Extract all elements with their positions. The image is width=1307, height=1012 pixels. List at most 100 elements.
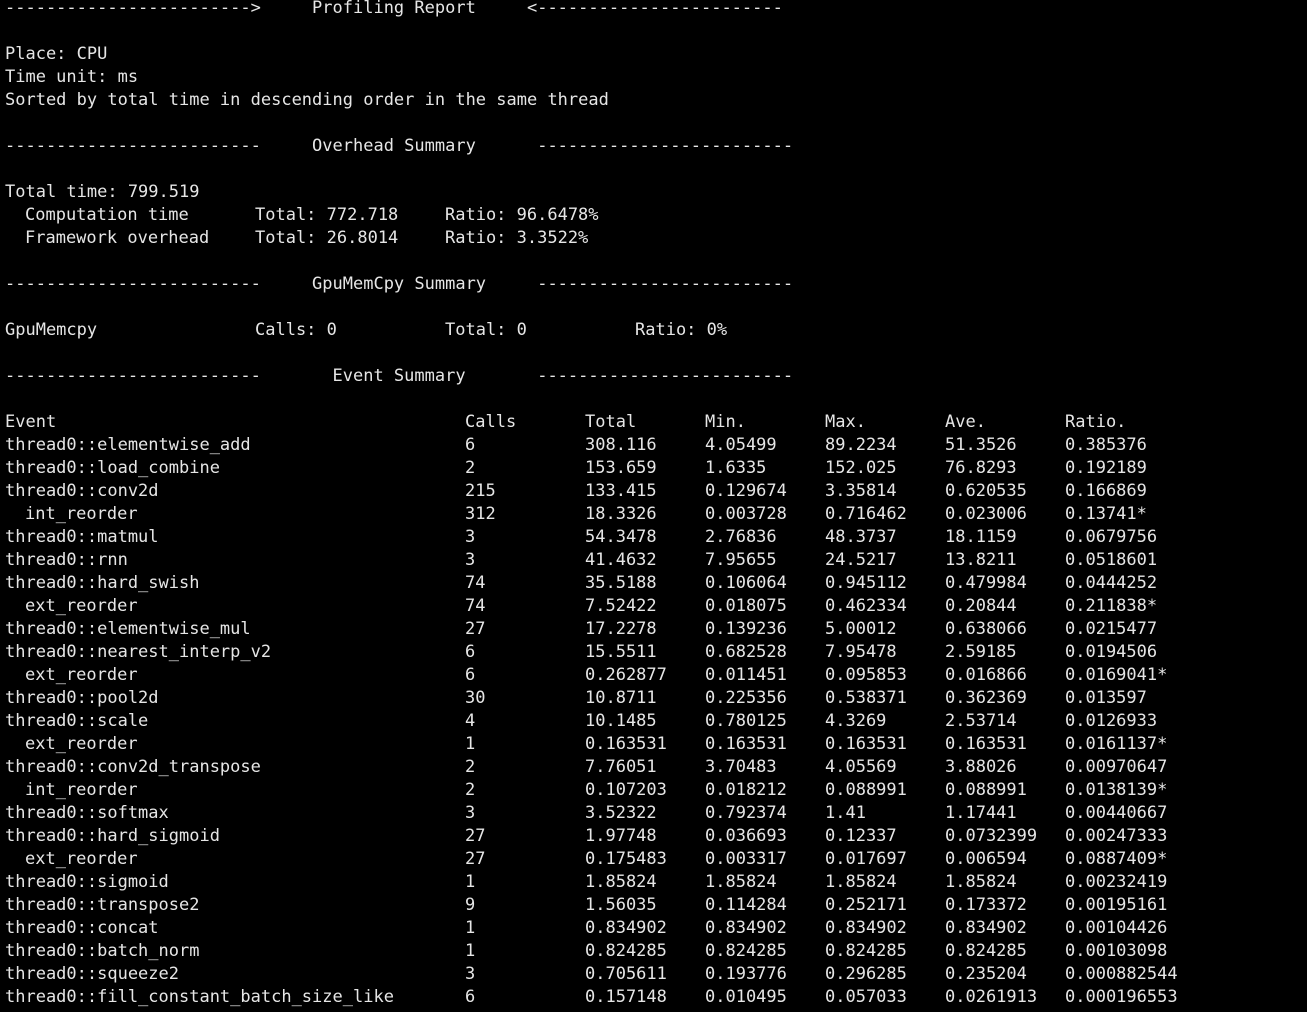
table-row: thread0::hard_sigmoid 27 1.97748 0.036693 0.… [5,825,1307,848]
event-calls: 2 [465,757,476,777]
event-calls: 1 [465,872,476,892]
event-min: 1.6335 [705,458,767,478]
table-row: thread0::load_combine 2 153.659 1.6335 152.0… [5,457,1307,480]
event-max: 5.00012 [825,619,897,639]
event-ave: 0.834902 [945,918,1027,938]
event-name: thread0::rnn [5,550,128,570]
event-ratio: 0.0126933 [1065,711,1158,731]
event-name: thread0::hard_swish [5,573,200,593]
event-max: 152.025 [825,458,897,478]
event-ratio: 0.000196553 [1065,987,1178,1007]
event-total: 18.3326 [585,504,657,524]
event-min: 0.792374 [705,803,787,823]
event-max: 0.462334 [825,596,907,616]
event-name: thread0::softmax [5,803,169,823]
event-total: 0.163531 [585,734,667,754]
event-ratio: 0.00232419 [1065,872,1168,892]
event-min: 0.018075 [705,596,787,616]
event-max: 1.41 [825,803,866,823]
event-ave: 0.173372 [945,895,1027,915]
event-total: 1.85824 [585,872,657,892]
event-min: 0.225356 [705,688,787,708]
table-row: thread0::concat 1 0.834902 0.834902 0.834902… [5,917,1307,940]
gpumemcpy-divider: ------------------------- GpuMemCpy Summ… [5,274,794,294]
event-max: 0.057033 [825,987,907,1007]
event-calls: 1 [465,941,476,961]
table-row: thread0::fill_constant_batch_size_like 6 0… [5,986,1307,1009]
total-time-line: Total time: 799.519 [5,182,200,202]
table-row: int_reorder 2 0.107203 0.018212 0.088991 0.08… [5,779,1307,802]
event-min: 0.003728 [705,504,787,524]
event-total: 10.1485 [585,711,657,731]
event-max: 0.538371 [825,688,907,708]
terminal-window: { "report": { "title_line": "-----------… [0,0,1307,1012]
header-calls: Calls [465,412,517,432]
header-min: Min. [705,412,746,432]
event-ratio: 0.00970647 [1065,757,1168,777]
table-row: thread0::batch_norm 1 0.824285 0.824285 0.82… [5,940,1307,963]
event-total: 0.834902 [585,918,667,938]
event-name: thread0::sigmoid [5,872,169,892]
event-max: 48.3737 [825,527,897,547]
gpumemcpy-ratio: Ratio: 0% [635,320,728,340]
event-min: 4.05499 [705,435,777,455]
event-ratio: 0.0518601 [1065,550,1158,570]
event-total: 17.2278 [585,619,657,639]
terminal-output: ------------------------> Profiling Repo… [5,0,1307,1009]
table-row: thread0::transpose2 9 1.56035 0.114284 0.252… [5,894,1307,917]
event-min: 0.003317 [705,849,787,869]
event-min: 0.834902 [705,918,787,938]
event-table-header: Event Calls Total Min. Max. Ave. Ratio. [5,411,1307,434]
table-row: ext_reorder 27 0.175483 0.003317 0.017697 0.0… [5,848,1307,871]
event-min: 7.95655 [705,550,777,570]
event-min: 0.824285 [705,941,787,961]
computation-label: Computation time [25,205,189,225]
event-name: thread0::fill_constant_batch_size_like [5,987,394,1007]
event-calls: 312 [465,504,496,524]
table-row: thread0::hard_swish 74 35.5188 0.106064 0.94… [5,572,1307,595]
event-min: 2.76836 [705,527,777,547]
event-ave: 0.235204 [945,964,1027,984]
table-row: thread0::rnn 3 41.4632 7.95655 24.5217 13.821… [5,549,1307,572]
event-ratio: 0.0169041* [1065,665,1168,685]
event-name: ext_reorder [25,734,138,754]
event-calls: 6 [465,642,476,662]
event-max: 0.716462 [825,504,907,524]
event-min: 0.682528 [705,642,787,662]
table-row: ext_reorder 74 7.52422 0.018075 0.462334 0.20… [5,595,1307,618]
event-max: 24.5217 [825,550,897,570]
event-ratio: 0.00104426 [1065,918,1168,938]
event-calls: 6 [465,435,476,455]
event-max: 4.3269 [825,711,887,731]
event-calls: 9 [465,895,476,915]
event-ratio: 0.0138139* [1065,780,1168,800]
computation-ratio: Ratio: 96.6478% [445,205,599,225]
event-calls: 3 [465,964,476,984]
event-max: 89.2234 [825,435,897,455]
event-total: 0.262877 [585,665,667,685]
event-ratio: 0.0887409* [1065,849,1168,869]
event-min: 0.018212 [705,780,787,800]
event-calls: 3 [465,803,476,823]
event-ave: 18.1159 [945,527,1017,547]
event-min: 0.193776 [705,964,787,984]
event-calls: 4 [465,711,476,731]
event-ave: 0.016866 [945,665,1027,685]
event-min: 0.780125 [705,711,787,731]
framework-total: Total: 26.8014 [255,228,399,248]
table-row: thread0::pool2d 30 10.8711 0.225356 0.538371… [5,687,1307,710]
event-calls: 6 [465,987,476,1007]
event-ratio: 0.013597 [1065,688,1147,708]
event-calls: 27 [465,849,486,869]
header-ratio: Ratio. [1065,412,1127,432]
event-ratio: 0.00195161 [1065,895,1168,915]
event-name: thread0::hard_sigmoid [5,826,220,846]
event-total: 1.56035 [585,895,657,915]
event-name: thread0::squeeze2 [5,964,179,984]
event-min: 0.011451 [705,665,787,685]
